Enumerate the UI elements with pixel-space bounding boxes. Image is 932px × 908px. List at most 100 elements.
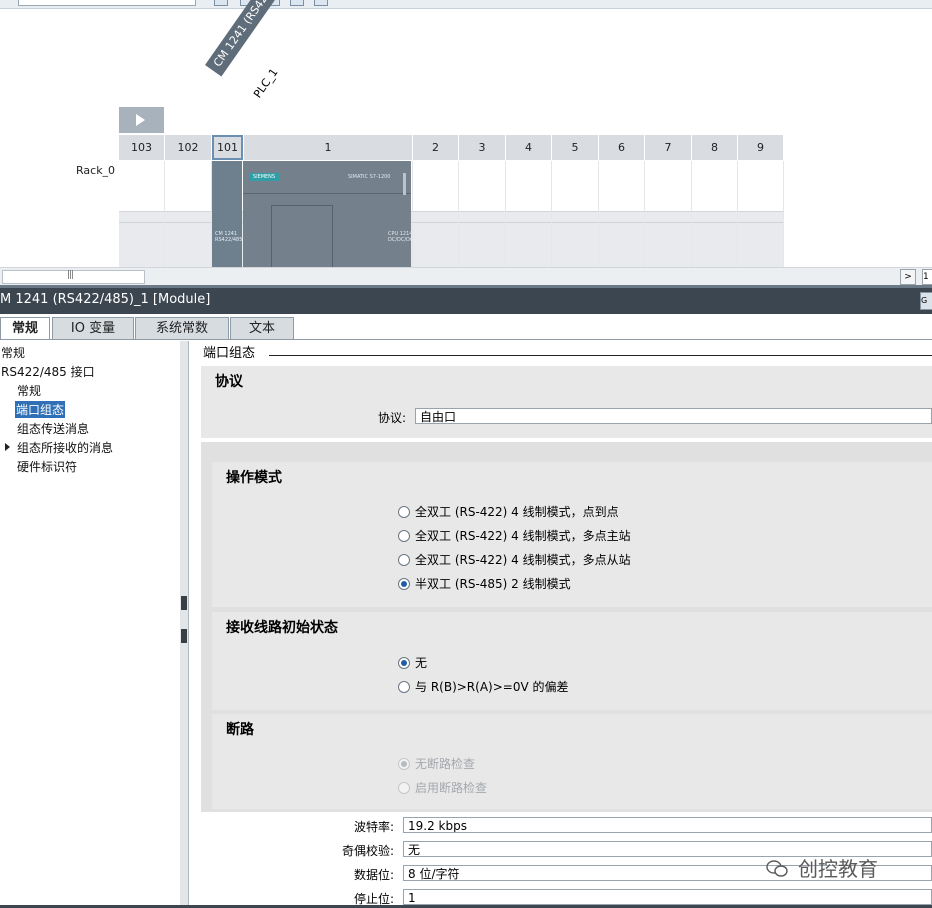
nav-item-rs422-interface[interactable]: RS422/485 接口 [1,363,95,380]
slot-rail [645,211,691,267]
tab-io-tags[interactable]: IO 变量 [52,317,134,339]
radio-half-duplex[interactable] [398,577,410,590]
nav-item-general[interactable]: 常规 [1,344,25,361]
slot-rail [119,211,164,267]
slot-2[interactable] [413,161,459,267]
break-option-enable: 启用断路检查 [398,779,487,796]
inspector-title: M 1241 (RS422/485)_1 [Module] [0,292,211,307]
slot-header-103[interactable]: 103 [119,135,165,160]
slot-header-8[interactable]: 8 [692,135,738,160]
receive-option-bias[interactable]: 与 R(B)>R(A)>=0V 的偏差 [398,678,568,695]
radio-enable-break-check [398,781,410,794]
nav-item-hw-identifier[interactable]: 硬件标识符 [17,458,77,475]
collapse-left-icon[interactable] [181,596,187,610]
slot-4[interactable] [506,161,552,267]
nav-splitter[interactable] [180,341,189,908]
mode-option-half-duplex-label: 半双工 (RS-485) 2 线制模式 [415,577,571,591]
mode-option-half-duplex[interactable]: 半双工 (RS-485) 2 线制模式 [398,575,571,592]
nav-item-interface-general[interactable]: 常规 [17,382,41,399]
receive-option-none-label: 无 [415,656,428,670]
slot-9[interactable] [738,161,784,267]
rack-label: Rack_0 [76,164,116,177]
data-bits-label: 数据位: [353,868,394,882]
expand-right-icon[interactable] [181,629,187,643]
slot-rail [738,211,783,267]
slot-rail [459,211,505,267]
radio-none[interactable] [398,656,410,669]
cm-1241-module[interactable]: CM 1241 RS422/485 [212,161,242,267]
radio-master[interactable] [398,529,410,542]
cpu-type-label: CPU 1214C DC/DC/DC [388,231,416,243]
slot-rail [413,211,458,267]
scroll-right-button[interactable]: > [900,269,916,285]
zoom-field[interactable]: 1 [922,269,932,285]
break-detection-panel: 断路 无断路检查 启用断路检查 [212,714,932,809]
expand-rack-button[interactable] [119,107,164,133]
cpu-module[interactable]: SIEMENS SIMATIC S7-1200 CPU 1214C DC/DC/… [243,161,416,268]
toolbar [0,0,932,9]
operating-mode-panel: 操作模式 全双工 (RS-422) 4 线制模式，点到点 全双工 (RS-422… [212,462,932,607]
toolbar-icon-d[interactable] [290,0,304,6]
section-rule [269,355,932,356]
slot-5[interactable] [552,161,599,267]
slot-rail [552,211,598,267]
expand-arrow-icon[interactable] [5,443,10,451]
operating-mode-title: 操作模式 [226,470,282,486]
toolbar-dropdown[interactable] [18,0,196,6]
nav-item-receive-msg[interactable]: 组态所接收的消息 [17,439,113,456]
cpu-brand-label: SIEMENS [249,173,279,181]
radio-bias[interactable] [398,680,410,693]
tab-general[interactable]: 常规 [0,317,50,340]
properties-button[interactable]: G [920,292,932,310]
slot-102[interactable] [165,161,212,267]
slot-7[interactable] [645,161,692,267]
baud-rate-select[interactable]: 19.2 kbps [403,817,932,833]
play-arrow-icon [136,114,145,126]
mode-option-p2p[interactable]: 全双工 (RS-422) 4 线制模式，点到点 [398,503,619,520]
break-detection-title: 断路 [226,722,254,738]
mode-option-master-label: 全双工 (RS-422) 4 线制模式，多点主站 [415,529,631,543]
mode-option-slave-label: 全双工 (RS-422) 4 线制模式，多点从站 [415,553,631,567]
receive-option-none[interactable]: 无 [398,654,427,671]
toolbar-icon-a[interactable] [214,0,228,6]
slot-header-1[interactable]: 1 [244,135,413,160]
slot-header-101[interactable]: 101 [212,135,243,160]
mode-option-slave[interactable]: 全双工 (RS-422) 4 线制模式，多点从站 [398,551,631,568]
section-header: 端口组态 [203,346,256,361]
nav-item-port-config[interactable]: 端口组态 [15,401,66,418]
stop-bits-select[interactable]: 1 [403,889,932,905]
scrollbar-thumb[interactable] [2,270,145,284]
slot-header-7[interactable]: 7 [645,135,692,160]
inspector-title-bar: M 1241 (RS422/485)_1 [Module] G [0,288,932,314]
watermark-text: 创控教育 [798,857,878,881]
chat-bubble-icon [766,859,788,877]
slot-header-102[interactable]: 102 [165,135,212,160]
baud-rate-label: 波特率: [353,820,394,834]
nav-item-transmit-msg[interactable]: 组态传送消息 [17,420,89,437]
radio-no-break-check [398,757,410,770]
slot-header-4[interactable]: 4 [506,135,552,160]
slot-rail [165,211,211,267]
slot-header-9[interactable]: 9 [738,135,784,160]
slot-rail [599,211,644,267]
tab-texts[interactable]: 文本 [230,317,294,339]
slot-header-3[interactable]: 3 [459,135,506,160]
slot-header-5[interactable]: 5 [552,135,599,160]
slot-3[interactable] [459,161,506,267]
radio-p2p[interactable] [398,505,410,518]
toolbar-icon-e[interactable] [314,0,328,6]
slot-header-6[interactable]: 6 [599,135,645,160]
tab-system-constants[interactable]: 系统常数 [135,317,229,339]
nav-tree: 常规 RS422/485 接口 常规 端口组态 组态传送消息 组态所接收的消息 … [0,341,181,908]
cm-module-text: CM 1241 RS422/485 [215,231,243,243]
mode-option-master[interactable]: 全双工 (RS-422) 4 线制模式，多点主站 [398,527,631,544]
protocol-select[interactable]: 自由口 [415,408,932,424]
cpu-door [271,205,333,268]
horizontal-scrollbar[interactable]: ||| > 1 [0,267,932,286]
slot-6[interactable] [599,161,645,267]
slot-header-2[interactable]: 2 [413,135,459,160]
slot-8[interactable] [692,161,738,267]
slot-103[interactable] [119,161,165,267]
radio-slave[interactable] [398,553,410,566]
protocol-title: 协议 [215,374,243,390]
